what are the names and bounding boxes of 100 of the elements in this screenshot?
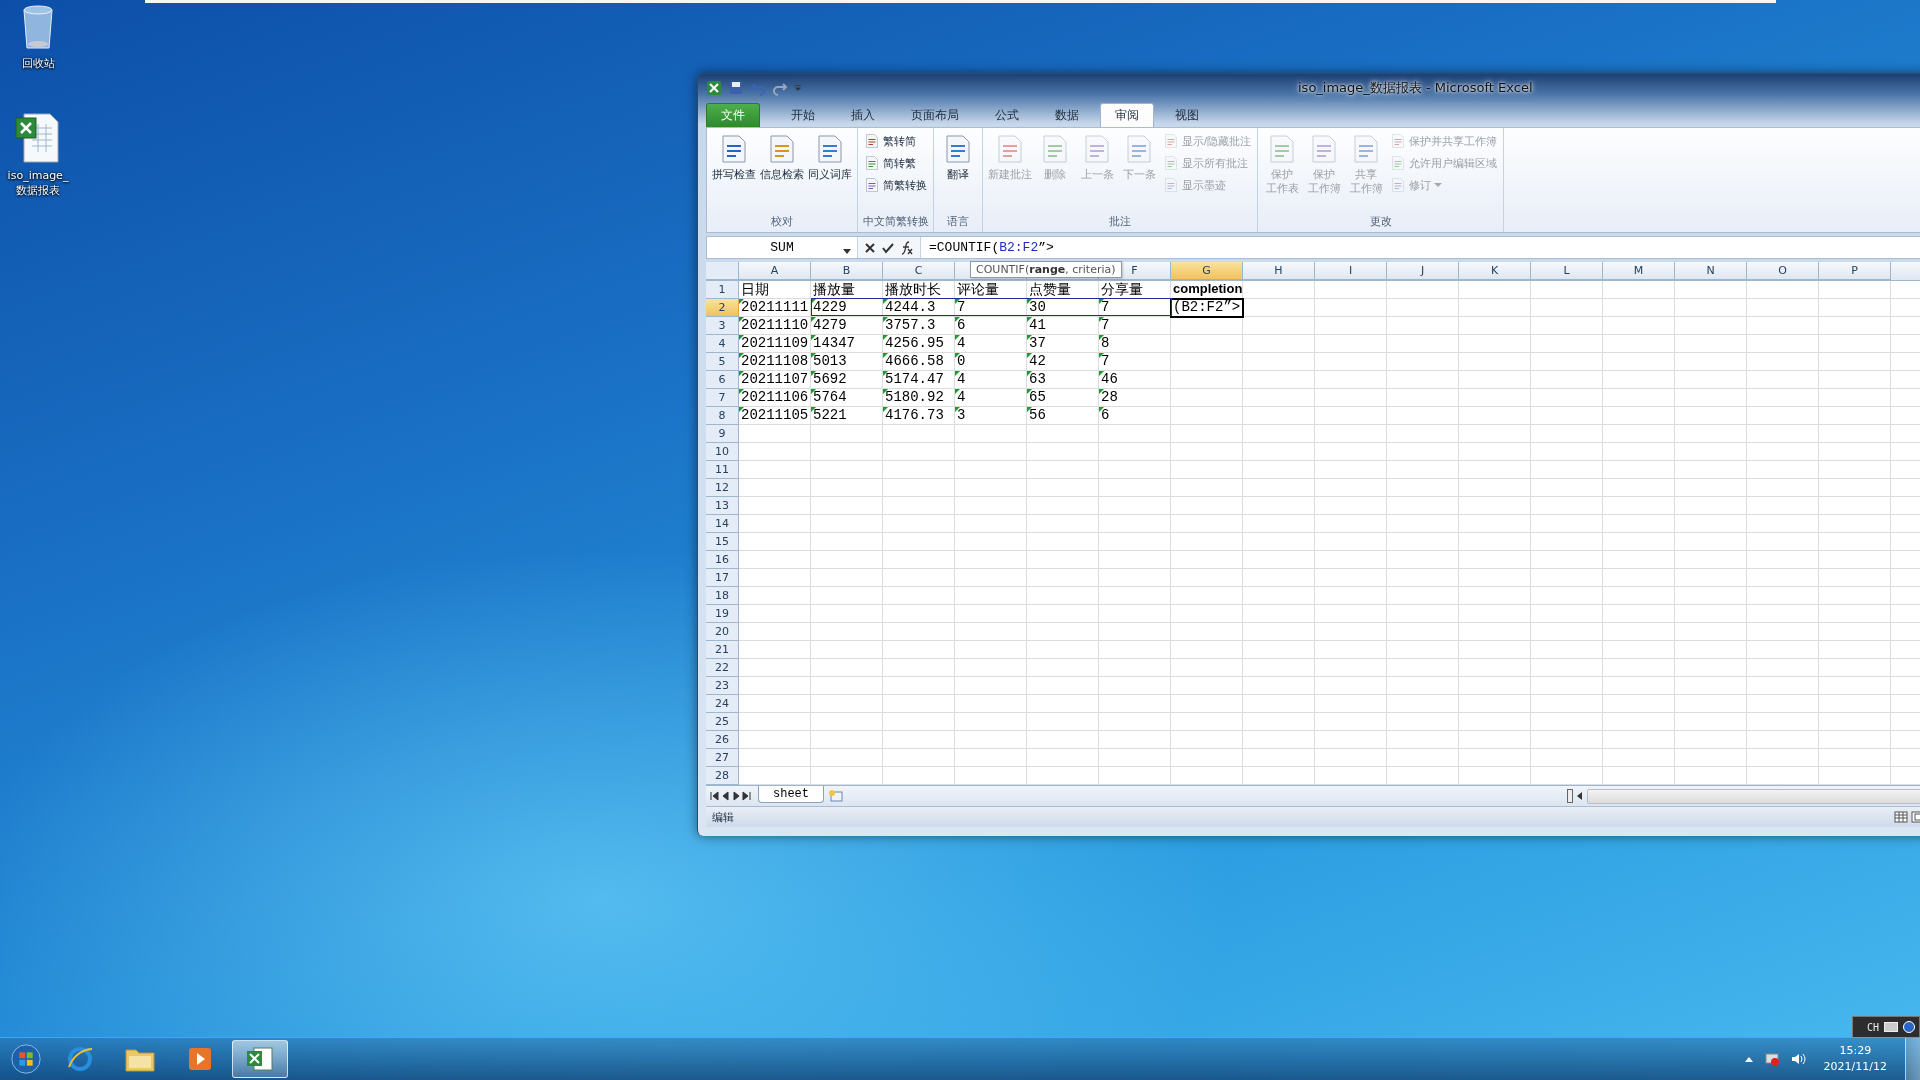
sheet-tab[interactable]: sheet <box>758 786 824 803</box>
row-header[interactable]: 6 <box>706 371 739 389</box>
column-header[interactable]: O <box>1747 262 1819 280</box>
ribbon-group-label: 语言 <box>946 214 970 229</box>
column-header[interactable]: L <box>1531 262 1603 280</box>
page-icon <box>1163 177 1179 193</box>
table-cell: 4176.73 <box>885 407 944 423</box>
row-header[interactable]: 24 <box>706 695 739 713</box>
column-header[interactable]: G <box>1171 262 1243 280</box>
row-header[interactable]: 1 <box>706 281 739 299</box>
table-cell: 4229 <box>813 299 847 315</box>
table-cell: 20211109 <box>741 335 809 351</box>
table-cell: 5221 <box>813 407 847 423</box>
ribbon-button[interactable]: 繁转简 <box>862 131 929 151</box>
column-header[interactable]: P <box>1819 262 1891 280</box>
row-header[interactable]: 13 <box>706 497 739 515</box>
row-header[interactable]: 3 <box>706 317 739 335</box>
row-header[interactable]: 18 <box>706 587 739 605</box>
ribbon-tab[interactable]: 公式 <box>980 103 1034 127</box>
clock[interactable]: 15:29 2021/11/12 <box>1815 1043 1895 1075</box>
row-header[interactable]: 19 <box>706 605 739 623</box>
row-header[interactable]: 27 <box>706 749 739 767</box>
row-header[interactable]: 15 <box>706 533 739 551</box>
table-cell: 评论量 <box>957 281 999 299</box>
table-cell: 4244.3 <box>885 299 936 315</box>
row-header[interactable]: 28 <box>706 767 739 785</box>
table-cell: 20211106 <box>741 389 809 405</box>
ribbon-group-label: 中文简繁转换 <box>862 214 929 229</box>
row-header[interactable]: 22 <box>706 659 739 677</box>
column-header[interactable]: I <box>1315 262 1387 280</box>
row-header[interactable]: 8 <box>706 407 739 425</box>
table-cell: 4 <box>957 389 966 405</box>
page-icon <box>864 133 880 149</box>
row-header[interactable]: 12 <box>706 479 739 497</box>
column-header[interactable]: A <box>739 262 811 280</box>
row-header[interactable]: 16 <box>706 551 739 569</box>
row-header[interactable]: 9 <box>706 425 739 443</box>
row-header[interactable]: 26 <box>706 731 739 749</box>
table-cell: 7 <box>1101 353 1110 369</box>
show-desktop-button[interactable] <box>1905 1038 1920 1080</box>
insert-sheet-icon <box>828 789 844 803</box>
play-icon <box>188 1047 212 1071</box>
language-bar[interactable]: CH <box>1851 1016 1920 1038</box>
ribbon-tab[interactable]: 插入 <box>836 103 890 127</box>
page-icon <box>864 155 880 171</box>
ribbon-button[interactable]: 简转繁 <box>862 153 929 173</box>
row-header[interactable]: 17 <box>706 569 739 587</box>
table-cell: 14347 <box>813 335 855 351</box>
column-header[interactable]: H <box>1243 262 1315 280</box>
ribbon-button[interactable]: 拼写检查 <box>711 131 757 183</box>
ribbon-tab[interactable]: 视图 <box>1160 103 1214 127</box>
desktop-icon-label[interactable]: 回收站 <box>21 56 55 71</box>
row-header[interactable]: 5 <box>706 353 739 371</box>
ribbon-tab[interactable]: 文件 <box>706 103 760 127</box>
row-header[interactable]: 23 <box>706 677 739 695</box>
column-header[interactable]: J <box>1387 262 1459 280</box>
ribbon-button[interactable]: 翻译 <box>938 131 978 183</box>
column-header[interactable]: C <box>883 262 955 280</box>
row-header[interactable]: 10 <box>706 443 739 461</box>
row-header[interactable]: 20 <box>706 623 739 641</box>
spreadsheet-icon <box>246 1046 274 1072</box>
row-header[interactable]: 25 <box>706 713 739 731</box>
column-header[interactable]: K <box>1459 262 1531 280</box>
ribbon-tab[interactable]: 开始 <box>776 103 830 127</box>
table-cell: 37 <box>1029 335 1046 351</box>
row-header[interactable]: 7 <box>706 389 739 407</box>
table-cell: 7 <box>1101 299 1110 315</box>
table-cell: 5692 <box>813 371 847 387</box>
ribbon-button[interactable]: 简繁转换 <box>862 175 929 195</box>
row-header[interactable]: 2 <box>706 299 739 317</box>
row-header[interactable]: 4 <box>706 335 739 353</box>
save-icon <box>728 79 744 96</box>
page-icon <box>1390 133 1407 149</box>
table-cell: 日期 <box>741 281 769 299</box>
taskbar-app-button[interactable] <box>232 1040 288 1078</box>
row-header[interactable]: 14 <box>706 515 739 533</box>
column-header[interactable]: M <box>1603 262 1675 280</box>
table-cell: 56 <box>1029 407 1046 423</box>
row-header[interactable]: 11 <box>706 461 739 479</box>
ribbon-tab[interactable]: 数据 <box>1040 103 1094 127</box>
table-cell: 65 <box>1029 389 1046 405</box>
horizontal-scrollbar[interactable] <box>1587 788 1920 804</box>
desktop-icon-label[interactable]: iso_image_ 数据报表 <box>7 168 69 198</box>
ribbon-button[interactable]: 信息检索 <box>759 131 805 183</box>
page-icon <box>1390 177 1407 193</box>
table-cell: 30 <box>1029 299 1046 315</box>
table-cell: 20211111 <box>741 299 809 315</box>
table-cell: 6 <box>1101 407 1110 423</box>
page-icon <box>1163 155 1179 171</box>
table-cell: 播放量 <box>813 281 855 299</box>
table-cell: 4256.95 <box>885 335 944 351</box>
ribbon-tab[interactable]: 审阅 <box>1100 103 1154 127</box>
status-mode: 编辑 <box>712 809 734 825</box>
column-header[interactable]: N <box>1675 262 1747 280</box>
ribbon-button[interactable]: 同义词库 <box>807 131 853 183</box>
row-header[interactable]: 21 <box>706 641 739 659</box>
ribbon-tab[interactable]: 页面布局 <box>896 103 974 127</box>
column-header[interactable]: B <box>811 262 883 280</box>
cell-editor[interactable]: (B2:F2”> <box>1170 298 1244 318</box>
table-cell: 41 <box>1029 317 1046 333</box>
